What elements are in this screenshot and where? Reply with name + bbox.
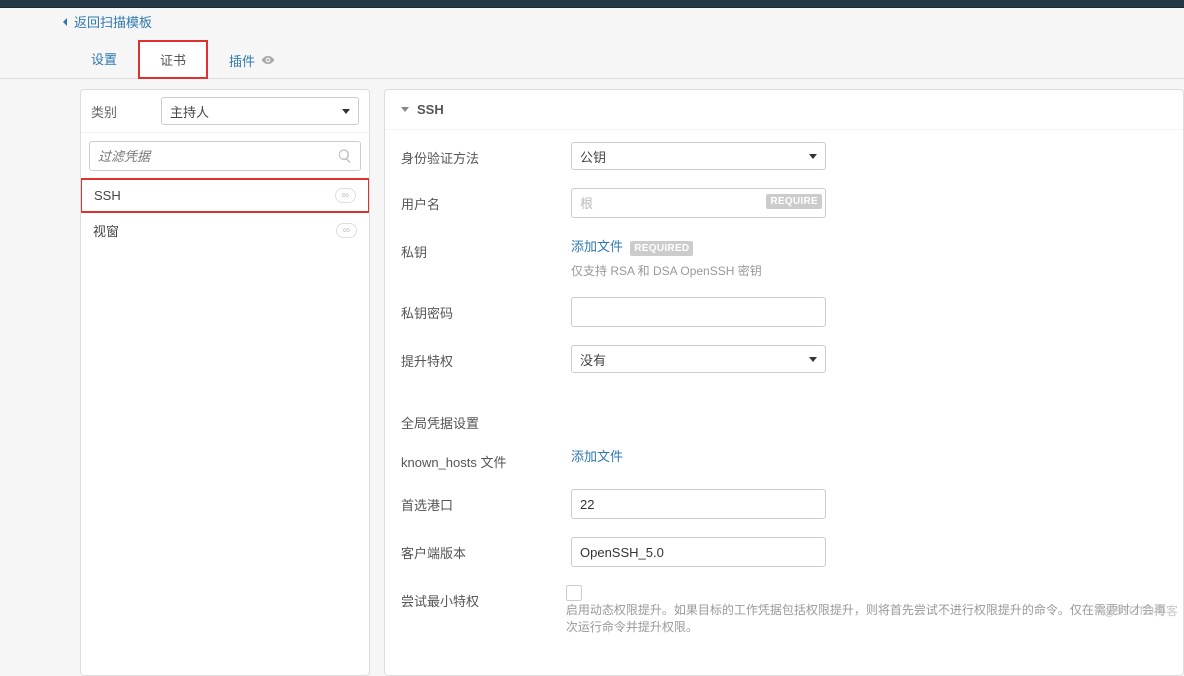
known-hosts-add-link[interactable]: 添加文件 (571, 449, 623, 464)
required-badge: REQUIRED (630, 241, 693, 256)
watermark: @51CTO博客 (1103, 602, 1178, 619)
sidebar-item-badge: ∞ (336, 223, 357, 238)
sidebar-item-badge: ∞ (335, 188, 356, 203)
tab-certs[interactable]: 证书 (138, 40, 208, 79)
auth-method-select[interactable]: 公钥 (571, 142, 826, 170)
search-icon (337, 148, 353, 164)
elevate-select[interactable]: 没有 (571, 345, 826, 373)
username-label: 用户名 (401, 188, 571, 213)
category-label: 类别 (91, 102, 151, 121)
pk-password-label: 私钥密码 (401, 297, 571, 322)
sidebar-item-windows[interactable]: 视窗 ∞ (81, 212, 369, 248)
client-version-label: 客户端版本 (401, 537, 571, 562)
auth-method-label: 身份验证方法 (401, 142, 571, 167)
caret-down-icon (342, 109, 350, 114)
private-key-helper: 仅支持 RSA 和 DSA OpenSSH 密钥 (571, 262, 826, 279)
preferred-port-input[interactable] (571, 489, 826, 519)
tab-settings-label: 设置 (91, 52, 117, 67)
caret-down-icon (809, 154, 817, 159)
least-priv-checkbox[interactable] (566, 585, 582, 601)
sidebar: 类别 主持人 SSH ∞ 视窗 ∞ (80, 89, 370, 676)
sidebar-item-ssh[interactable]: SSH ∞ (80, 178, 370, 213)
least-priv-label: 尝试最小特权 (401, 585, 566, 610)
chevron-left-icon (60, 17, 70, 27)
auth-method-value: 公钥 (580, 147, 606, 166)
sidebar-item-label: 视窗 (93, 221, 119, 240)
back-link[interactable]: 返回扫描模板 (0, 8, 152, 35)
section-header[interactable]: SSH (385, 90, 1183, 130)
back-link-label: 返回扫描模板 (74, 12, 152, 31)
top-bar (0, 0, 1184, 8)
caret-down-icon (809, 357, 817, 362)
tab-plugins[interactable]: 插件 (208, 40, 296, 79)
private-key-add-link[interactable]: 添加文件 (571, 239, 623, 254)
section-title-text: SSH (417, 102, 444, 117)
filter-input[interactable] (89, 141, 361, 171)
tabs: 设置 证书 插件 (0, 39, 1184, 79)
known-hosts-label: known_hosts 文件 (401, 446, 571, 471)
preferred-port-label: 首选港口 (401, 489, 571, 514)
private-key-label: 私钥 (401, 236, 571, 261)
category-select-value: 主持人 (170, 102, 209, 121)
required-badge: REQUIRE (766, 194, 822, 209)
tab-plugins-label: 插件 (229, 51, 255, 70)
global-settings-header: 全局凭据设置 (401, 391, 1167, 446)
eye-icon (261, 53, 275, 67)
tab-settings[interactable]: 设置 (70, 40, 138, 79)
tab-certs-label: 证书 (160, 53, 186, 68)
sidebar-category-row: 类别 主持人 (81, 90, 369, 133)
main-panel: SSH 身份验证方法 公钥 用户名 REQUIRE (384, 89, 1184, 676)
sidebar-item-label: SSH (94, 188, 121, 203)
pk-password-input[interactable] (571, 297, 826, 327)
elevate-label: 提升特权 (401, 345, 571, 370)
client-version-input[interactable] (571, 537, 826, 567)
chevron-down-icon (401, 107, 409, 112)
least-priv-helper: 启用动态权限提升。如果目标的工作凭据包括权限提升，则将首先尝试不进行权限提升的命… (566, 601, 1167, 635)
elevate-value: 没有 (580, 350, 606, 369)
category-select[interactable]: 主持人 (161, 97, 359, 125)
